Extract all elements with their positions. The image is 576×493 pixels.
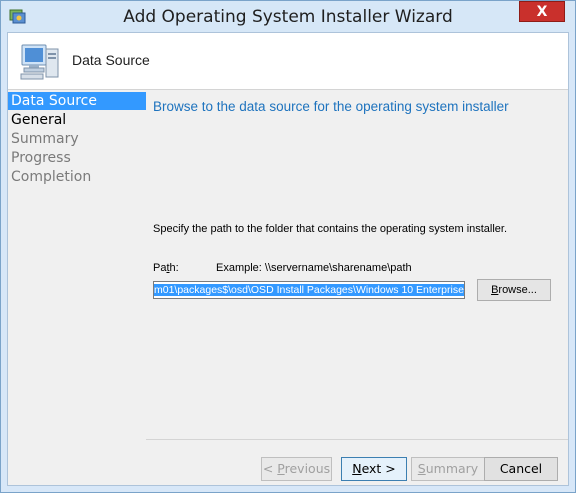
wizard-client: Data Source Data Source General Summary … xyxy=(7,32,569,486)
wizard-nav: Data Source General Summary Progress Com… xyxy=(8,90,146,485)
browse-button[interactable]: Browse... xyxy=(477,279,551,301)
path-example: Example: \\servername\sharename\path xyxy=(216,262,412,274)
wizard-content: Browse to the data source for the operat… xyxy=(146,90,568,485)
path-label: Path: xyxy=(153,262,179,274)
previous-prefix: < xyxy=(262,461,278,476)
footer-separator xyxy=(146,439,568,440)
page-title: Data Source xyxy=(72,52,150,68)
summary-accel: S xyxy=(417,461,426,476)
browse-rest: rowse... xyxy=(498,284,537,296)
wizard-window: Add Operating System Installer Wizard X … xyxy=(0,0,576,493)
next-rest: ext > xyxy=(361,461,396,476)
title-bar[interactable]: Add Operating System Installer Wizard X xyxy=(1,1,575,32)
instruction-text: Specify the path to the folder that cont… xyxy=(153,223,508,235)
cancel-button[interactable]: Cancel xyxy=(484,457,558,481)
path-input-value: m01\packages$\osd\OSD Install Packages\W… xyxy=(154,284,464,296)
next-accel: N xyxy=(352,461,362,476)
previous-accel: P xyxy=(277,461,285,476)
next-button[interactable]: Next > xyxy=(341,457,407,481)
wizard-header: Data Source xyxy=(8,33,568,90)
previous-button[interactable]: < Previous xyxy=(261,457,332,481)
summary-button[interactable]: Summary xyxy=(411,457,485,481)
computer-icon xyxy=(20,44,59,80)
close-button[interactable]: X xyxy=(519,1,565,22)
path-label-suffix: h: xyxy=(169,262,179,274)
nav-item-general[interactable]: General xyxy=(8,111,146,129)
nav-item-data-source[interactable]: Data Source xyxy=(8,92,146,110)
path-label-prefix: Pa xyxy=(153,262,167,274)
window-title: Add Operating System Installer Wizard xyxy=(123,7,453,27)
summary-rest: ummary xyxy=(425,461,479,476)
nav-item-summary[interactable]: Summary xyxy=(8,130,146,148)
nav-item-completion[interactable]: Completion xyxy=(8,168,146,186)
nav-item-progress[interactable]: Progress xyxy=(8,149,146,167)
previous-rest: revious xyxy=(284,461,331,476)
path-input[interactable]: m01\packages$\osd\OSD Install Packages\W… xyxy=(153,281,465,299)
content-heading: Browse to the data source for the operat… xyxy=(153,99,509,114)
